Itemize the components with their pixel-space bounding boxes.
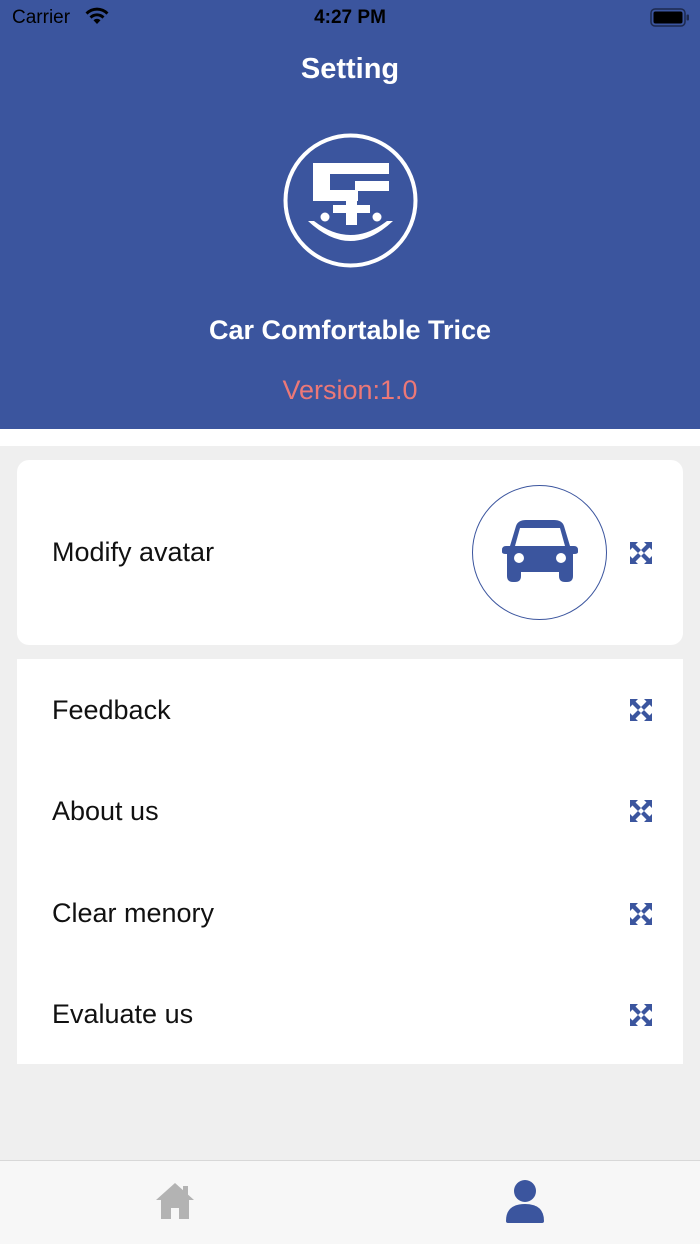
app-version: Version:1.0 — [282, 375, 418, 405]
feedback-label: Feedback — [52, 695, 171, 725]
list-item-about-us[interactable]: About us — [17, 760, 683, 861]
avatar[interactable] — [472, 485, 607, 620]
evaluate-us-label: Evaluate us — [52, 999, 194, 1029]
list-item-evaluate-us[interactable]: Evaluate us — [17, 962, 683, 1063]
app-logo-icon — [283, 133, 418, 268]
expand-icon — [630, 699, 652, 721]
expand-icon — [630, 542, 652, 564]
status-bar: Carrier 4:27 PM — [0, 0, 700, 36]
header: Carrier 4:27 PM Setting Car Comfortable … — [0, 0, 700, 429]
page-title: Setting — [300, 53, 400, 85]
list-item-clear-memory[interactable]: Clear menory — [17, 861, 683, 962]
car-icon — [502, 520, 578, 582]
app-name: Car Comfortable Trice — [208, 315, 492, 345]
clear-memory-label: Clear menory — [52, 898, 215, 928]
expand-icon — [630, 903, 652, 925]
expand-icon — [630, 800, 652, 822]
clock: 4:27 PM — [314, 7, 386, 28]
header-divider — [0, 429, 700, 446]
list-item-feedback[interactable]: Feedback — [17, 659, 683, 760]
expand-icon — [630, 1004, 652, 1026]
settings-list: Feedback About us Clear menory Evaluate … — [17, 659, 683, 1064]
tab-bar — [0, 1160, 700, 1244]
about-us-label: About us — [52, 796, 159, 826]
person-icon[interactable] — [505, 1179, 545, 1223]
home-icon[interactable] — [155, 1181, 195, 1221]
modify-avatar-row[interactable]: Modify avatar — [17, 460, 683, 645]
battery-icon — [650, 8, 689, 27]
modify-avatar-label: Modify avatar — [52, 537, 215, 567]
